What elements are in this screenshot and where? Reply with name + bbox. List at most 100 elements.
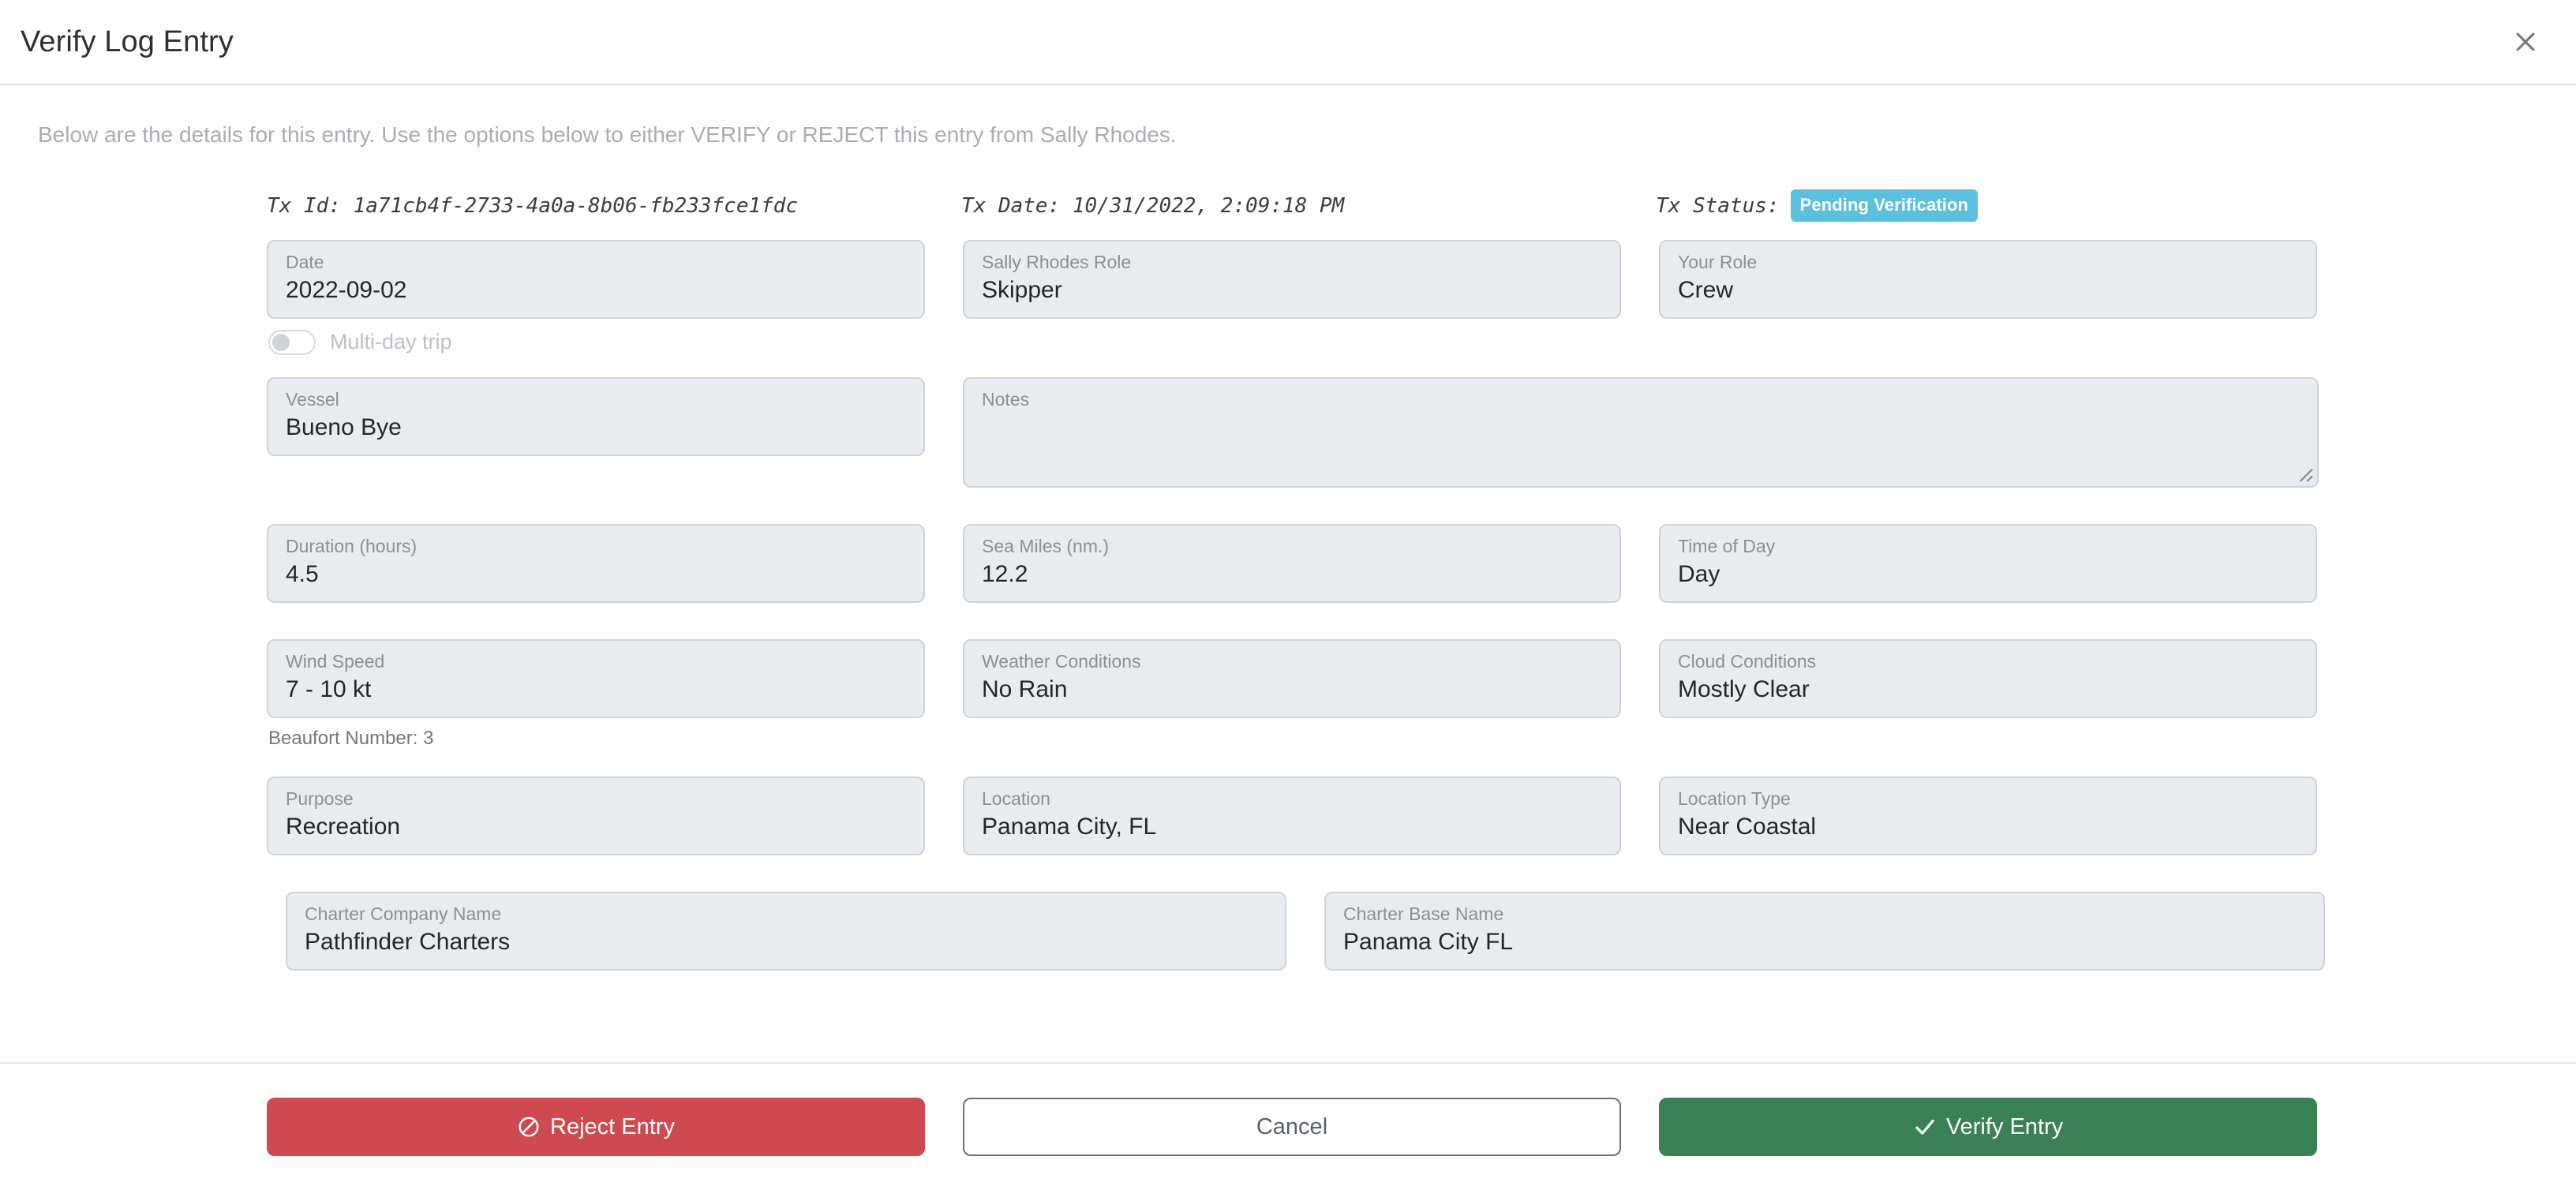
tx-status-label: Tx Status: <box>1656 193 1780 218</box>
multi-day-trip-row: Multi-day trip <box>267 329 925 355</box>
time-of-day-value: Day <box>1678 560 1720 587</box>
row-spacer <box>267 625 2319 639</box>
duration-label: Duration (hours) <box>286 536 417 556</box>
charter-base-name-value: Panama City FL <box>1343 928 1514 955</box>
row-spacer <box>267 510 2319 524</box>
sally-role-column: Sally Rhodes Role Skipper <box>963 239 1621 319</box>
sea-miles-column: Sea Miles (nm.) 12.2 <box>963 523 1621 603</box>
duration-column: Duration (hours) 4.5 <box>267 523 925 603</box>
check-icon <box>1913 1115 1937 1139</box>
row-spacer <box>267 878 2319 892</box>
location-field[interactable]: Location Panama City, FL <box>963 776 1621 855</box>
field-row-4: Wind Speed 7 - 10 kt Weather Conditions … <box>267 638 2319 718</box>
your-role-value: Crew <box>1678 276 1734 303</box>
location-type-field[interactable]: Location Type Near Coastal <box>1659 776 2317 855</box>
notes-field[interactable]: Notes <box>963 376 2319 488</box>
close-icon <box>2512 28 2539 55</box>
verify-entry-label: Verify Entry <box>1945 1113 2064 1139</box>
cloud-conditions-column: Cloud Conditions Mostly Clear <box>1659 638 2317 718</box>
modal-header: Verify Log Entry <box>0 0 2576 85</box>
vessel-value: Bueno Bye <box>286 414 402 440</box>
purpose-label: Purpose <box>286 788 354 809</box>
tx-id-value: 1a71cb4f-2733-4a0a-8b06-fb233fce1fdc <box>353 193 799 218</box>
duration-field[interactable]: Duration (hours) 4.5 <box>267 523 925 603</box>
purpose-value: Recreation <box>286 813 401 840</box>
cloud-conditions-value: Mostly Clear <box>1678 675 1810 702</box>
tx-status: Tx Status: Pending Verification <box>1656 189 2319 223</box>
tx-date-label: Tx Date: <box>961 193 1061 218</box>
time-of-day-field[interactable]: Time of Day Day <box>1659 523 2317 603</box>
row-spacer <box>267 748 2319 762</box>
ban-icon <box>517 1115 541 1139</box>
status-badge: Pending Verification <box>1790 189 1979 223</box>
field-row-1: Date 2022-09-02 Multi-day trip Sally Rho… <box>267 239 2319 355</box>
intro-text: Below are the details for this entry. Us… <box>38 122 1177 147</box>
date-field[interactable]: Date 2022-09-02 <box>267 239 925 319</box>
date-column: Date 2022-09-02 Multi-day trip <box>267 239 925 355</box>
wind-speed-value: 7 - 10 kt <box>286 675 372 702</box>
field-row-3: Duration (hours) 4.5 Sea Miles (nm.) 12.… <box>267 523 2319 603</box>
cloud-conditions-label: Cloud Conditions <box>1678 651 1817 672</box>
page-title: Verify Log Entry <box>21 25 234 58</box>
weather-conditions-label: Weather Conditions <box>982 651 1141 672</box>
sally-rhodes-role-value: Skipper <box>982 276 1062 303</box>
location-type-label: Location Type <box>1678 788 1791 809</box>
charter-company-name-value: Pathfinder Charters <box>305 928 511 955</box>
tx-date: Tx Date: 10/31/2022, 2:09:18 PM <box>961 194 1656 218</box>
vessel-field[interactable]: Vessel Bueno Bye <box>267 376 925 456</box>
modal-body: Below are the details for this entry. Us… <box>0 85 2576 1062</box>
time-of-day-column: Time of Day Day <box>1659 523 2317 603</box>
close-button[interactable] <box>2503 20 2548 64</box>
tx-id-label: Tx Id: <box>267 193 341 218</box>
cancel-label: Cancel <box>1256 1113 1328 1139</box>
location-type-column: Location Type Near Coastal <box>1659 776 2317 855</box>
wind-speed-label: Wind Speed <box>286 651 385 672</box>
tx-id: Tx Id: 1a71cb4f-2733-4a0a-8b06-fb233fce1… <box>267 194 961 218</box>
multi-day-trip-toggle[interactable] <box>268 329 316 355</box>
your-role-label: Your Role <box>1678 252 1758 272</box>
location-column: Location Panama City, FL <box>963 776 1621 855</box>
your-role-column: Your Role Crew <box>1659 239 2317 319</box>
charter-base-name-label: Charter Base Name <box>1343 904 1504 924</box>
verify-log-entry-modal: Verify Log Entry Below are the details f… <box>0 0 2576 1190</box>
purpose-field[interactable]: Purpose Recreation <box>267 776 925 855</box>
notes-column: Notes <box>963 376 2319 488</box>
wind-speed-column: Wind Speed 7 - 10 kt <box>267 638 925 718</box>
location-value: Panama City, FL <box>982 813 1157 840</box>
vessel-label: Vessel <box>286 389 339 410</box>
footer-button-bar: Reject Entry Cancel Verify Entry <box>267 1098 2319 1156</box>
beaufort-number: Beaufort Number: 3 <box>268 727 434 749</box>
sea-miles-field[interactable]: Sea Miles (nm.) 12.2 <box>963 523 1621 603</box>
cloud-conditions-field[interactable]: Cloud Conditions Mostly Clear <box>1659 638 2317 718</box>
duration-value: 4.5 <box>286 560 319 587</box>
location-label: Location <box>982 788 1050 809</box>
wind-speed-field[interactable]: Wind Speed 7 - 10 kt <box>267 638 925 718</box>
reject-entry-label: Reject Entry <box>550 1113 675 1139</box>
verify-entry-button[interactable]: Verify Entry <box>1659 1098 2317 1156</box>
date-value: 2022-09-02 <box>286 276 407 303</box>
transaction-meta-row: Tx Id: 1a71cb4f-2733-4a0a-8b06-fb233fce1… <box>267 189 2319 223</box>
field-row-6: Charter Company Name Pathfinder Charters… <box>267 891 2325 971</box>
notes-label: Notes <box>982 389 1030 410</box>
sea-miles-label: Sea Miles (nm.) <box>982 536 1110 556</box>
toggle-knob <box>272 333 290 351</box>
weather-conditions-field[interactable]: Weather Conditions No Rain <box>963 638 1621 718</box>
cancel-button[interactable]: Cancel <box>963 1098 1621 1156</box>
charter-company-name-field[interactable]: Charter Company Name Pathfinder Charters <box>286 891 1286 971</box>
sally-rhodes-role-field[interactable]: Sally Rhodes Role Skipper <box>963 239 1621 319</box>
details-grid: Tx Id: 1a71cb4f-2733-4a0a-8b06-fb233fce1… <box>267 189 2325 971</box>
charter-company-name-label: Charter Company Name <box>305 904 502 924</box>
resize-handle-icon[interactable] <box>2293 462 2314 483</box>
multi-day-trip-label: Multi-day trip <box>330 330 452 354</box>
field-row-2: Vessel Bueno Bye Notes <box>267 376 2319 488</box>
charter-company-column: Charter Company Name Pathfinder Charters <box>286 891 1286 971</box>
reject-entry-button[interactable]: Reject Entry <box>267 1098 925 1156</box>
modal-footer: Reject Entry Cancel Verify Entry <box>0 1062 2576 1190</box>
tx-date-value: 10/31/2022, 2:09:18 PM <box>1072 193 1345 218</box>
charter-base-column: Charter Base Name Panama City FL <box>1324 891 2325 971</box>
time-of-day-label: Time of Day <box>1678 536 1776 556</box>
charter-base-name-field[interactable]: Charter Base Name Panama City FL <box>1324 891 2325 971</box>
date-label: Date <box>286 252 324 272</box>
your-role-field[interactable]: Your Role Crew <box>1659 239 2317 319</box>
purpose-column: Purpose Recreation <box>267 776 925 855</box>
